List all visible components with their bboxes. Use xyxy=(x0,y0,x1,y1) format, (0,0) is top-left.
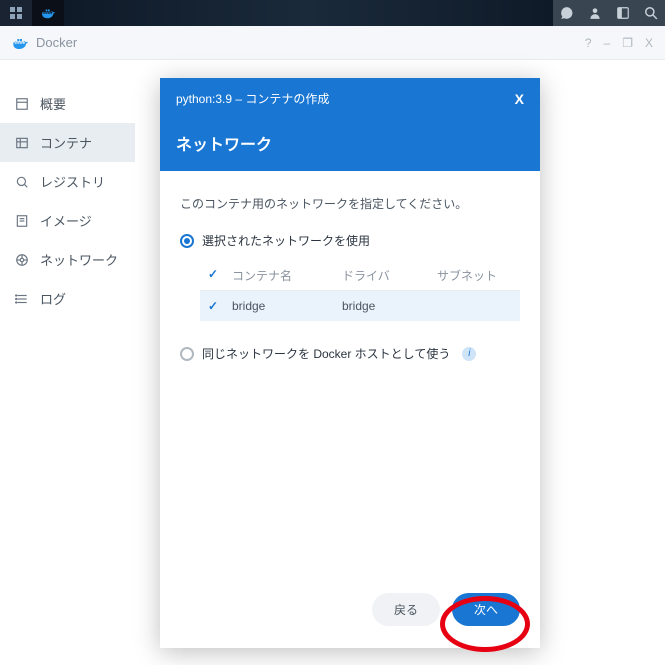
sidebar-label: レジストリ xyxy=(40,172,105,191)
docker-logo-icon xyxy=(12,35,28,51)
modal-close-button[interactable]: X xyxy=(515,91,524,107)
user-icon[interactable] xyxy=(581,0,609,26)
app-title: Docker xyxy=(36,35,585,50)
sidebar-item-overview[interactable]: 概要 xyxy=(0,84,135,123)
sidebar-label: ネットワーク xyxy=(40,250,118,269)
sidebar-item-network[interactable]: ネットワーク xyxy=(0,240,135,279)
radio-label: 同じネットワークを Docker ホストとして使う xyxy=(202,345,450,362)
sidebar-item-image[interactable]: イメージ xyxy=(0,201,135,240)
network-icon xyxy=(14,252,30,268)
radio-icon xyxy=(180,234,194,248)
modal-heading: ネットワーク xyxy=(176,131,524,155)
container-icon xyxy=(14,135,30,151)
app-title-bar: Docker ? – ❐ X xyxy=(0,26,665,60)
modal-title: python:3.9 – コンテナの作成 xyxy=(176,90,329,107)
sidebar-label: 概要 xyxy=(40,94,66,113)
radio-icon xyxy=(180,347,194,361)
radio-use-selected-network[interactable]: 選択されたネットワークを使用 xyxy=(180,232,520,249)
overview-icon xyxy=(14,96,30,112)
row-name: bridge xyxy=(232,299,342,313)
radio-same-as-host[interactable]: 同じネットワークを Docker ホストとして使う i xyxy=(180,345,520,362)
sidebar-label: イメージ xyxy=(40,211,92,230)
col-header-subnet: サブネット xyxy=(437,267,512,284)
network-table: ✓ コンテナ名 ドライバ サブネット ✓ bridge bridge xyxy=(200,261,520,321)
row-subnet xyxy=(437,299,512,313)
app-switcher-docker[interactable] xyxy=(32,0,64,26)
maximize-button[interactable]: ❐ xyxy=(622,36,633,50)
row-driver: bridge xyxy=(342,299,437,313)
back-button[interactable]: 戻る xyxy=(372,593,440,626)
row-checkbox[interactable]: ✓ xyxy=(208,299,232,313)
sidebar-label: ログ xyxy=(40,289,66,308)
next-button[interactable]: 次へ xyxy=(452,593,520,626)
image-icon xyxy=(14,213,30,229)
modal-description: このコンテナ用のネットワークを指定してください。 xyxy=(180,195,520,212)
log-icon xyxy=(14,291,30,307)
radio-label: 選択されたネットワークを使用 xyxy=(202,232,370,249)
app-switcher-grid[interactable] xyxy=(0,0,32,26)
registry-icon xyxy=(14,174,30,190)
col-header-driver: ドライバ xyxy=(342,267,437,284)
panel-icon[interactable] xyxy=(609,0,637,26)
col-header-name: コンテナ名 xyxy=(232,267,342,284)
info-icon[interactable]: i xyxy=(462,347,476,361)
sidebar-item-container[interactable]: コンテナ xyxy=(0,123,135,162)
checkbox-header[interactable]: ✓ xyxy=(208,267,232,284)
close-window-button[interactable]: X xyxy=(645,36,653,50)
sidebar: 概要 コンテナ レジストリ イメージ ネットワーク ログ xyxy=(0,60,135,665)
sidebar-item-log[interactable]: ログ xyxy=(0,279,135,318)
chat-icon[interactable] xyxy=(553,0,581,26)
create-container-modal: python:3.9 – コンテナの作成 X ネットワーク このコンテナ用のネッ… xyxy=(160,78,540,648)
minimize-button[interactable]: – xyxy=(604,36,611,50)
search-icon[interactable] xyxy=(637,0,665,26)
os-top-bar xyxy=(0,0,665,26)
table-row[interactable]: ✓ bridge bridge xyxy=(200,291,520,321)
sidebar-item-registry[interactable]: レジストリ xyxy=(0,162,135,201)
help-button[interactable]: ? xyxy=(585,36,592,50)
sidebar-label: コンテナ xyxy=(40,133,92,152)
